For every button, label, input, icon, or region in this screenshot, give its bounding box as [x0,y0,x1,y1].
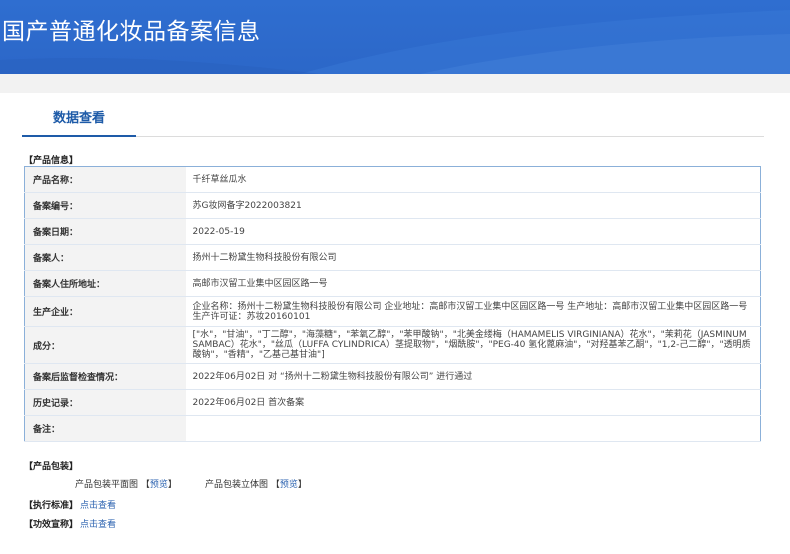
table-row: 历史记录： 2022年06月02日 首次备案 [24,389,761,416]
ingredients-value: ["水"，"甘油"，"丁二醇"，"海藻糖"，"苯氧乙醇"，"苯甲酸钠"，"北美金… [185,326,761,364]
efficacy-heading: 【功效宣称】 [24,520,79,530]
row-label-remarks: 备注： [24,415,186,442]
table-row: 备注： [24,415,761,442]
product-info-table: 产品名称： 千纤草丝瓜水 备案编号： 苏G妆网备字2022003821 备案日期… [24,166,761,442]
filing-date-value: 2022-05-19 [185,218,761,245]
table-row: 备案人住所地址： 高邮市汉留工业集中区园区路一号 [24,270,761,297]
bracket-open: 【 [140,480,150,490]
bracket-close: 】 [297,480,307,490]
inspection-value: 2022年06月02日 对 “扬州十二粉黛生物科技股份有限公司” 进行通过 [185,363,761,390]
efficacy-view-link[interactable]: 点击查看 [80,517,116,530]
filer-value: 扬州十二粉黛生物科技股份有限公司 [185,244,761,271]
filing-number-value: 苏G妆网备字2022003821 [185,192,761,219]
package-solid-item: 产品包装立体图 【预览】 [205,477,307,490]
history-value: 2022年06月02日 首次备案 [185,389,761,416]
remarks-value [185,415,761,442]
content-panel: 数据查看 【产品信息】 产品名称： 千纤草丝瓜水 备案编号： 苏G妆网备字202… [0,93,790,554]
tab-data-view[interactable]: 数据查看 [22,93,136,137]
row-label-filer: 备案人： [24,244,186,271]
standard-heading: 【执行标准】 [24,501,79,511]
tab-bar: 数据查看 [22,93,764,137]
package-flat-preview-link[interactable]: 预览 [150,480,168,490]
package-flat-item: 产品包装平面图 【预览】 [75,477,177,490]
row-label-filing-date: 备案日期： [24,218,186,245]
table-row: 成分： ["水"，"甘油"，"丁二醇"，"海藻糖"，"苯氧乙醇"，"苯甲酸钠"，… [24,326,761,364]
bracket-open: 【 [270,480,280,490]
manufacturer-value: 企业名称：扬州十二粉黛生物科技股份有限公司 企业地址：高邮市汉留工业集中区园区路… [185,296,761,327]
row-label-inspection: 备案后监督检查情况： [24,363,186,390]
package-flat-label: 产品包装平面图 [75,480,139,490]
table-row: 备案编号： 苏G妆网备字2022003821 [24,192,761,219]
header-banner: 国产普通化妆品备案信息 [0,0,790,74]
bracket-close: 】 [167,480,177,490]
product-info-heading: 【产品信息】 [24,156,79,166]
table-row: 备案后监督检查情况： 2022年06月02日 对 “扬州十二粉黛生物科技股份有限… [24,363,761,390]
table-row: 生产企业： 企业名称：扬州十二粉黛生物科技股份有限公司 企业地址：高邮市汉留工业… [24,296,761,327]
table-row: 备案人： 扬州十二粉黛生物科技股份有限公司 [24,244,761,271]
row-label-manufacturer: 生产企业： [24,296,186,327]
package-solid-preview-link[interactable]: 预览 [280,480,298,490]
standard-view-link[interactable]: 点击查看 [80,498,116,511]
filer-address-value: 高邮市汉留工业集中区园区路一号 [185,270,761,297]
row-label-history: 历史记录： [24,389,186,416]
row-label-product-name: 产品名称： [24,166,186,193]
package-heading: 【产品包装】 [24,462,79,472]
table-row: 产品名称： 千纤草丝瓜水 [24,166,761,193]
page-title: 国产普通化妆品备案信息 [2,19,261,45]
row-label-filing-number: 备案编号： [24,192,186,219]
row-label-filer-address: 备案人住所地址： [24,270,186,297]
product-name-value: 千纤草丝瓜水 [185,166,761,193]
row-label-ingredients: 成分： [24,326,186,364]
package-solid-label: 产品包装立体图 [205,480,269,490]
table-row: 备案日期： 2022-05-19 [24,218,761,245]
